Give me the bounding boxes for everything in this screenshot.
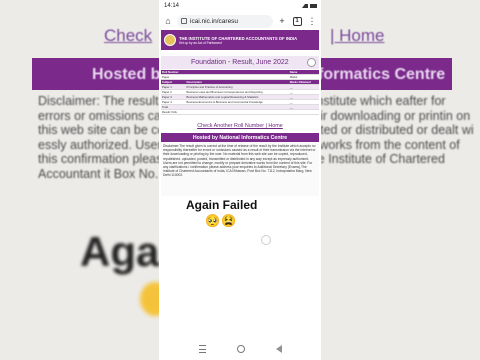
disclaimer-text: Disclaimer:The result given is correct a… bbox=[161, 142, 319, 197]
status-icons bbox=[302, 4, 317, 8]
loading-spinner-icon bbox=[261, 235, 271, 245]
signal-icon bbox=[302, 4, 308, 8]
menu-icon[interactable]: ⋮ bbox=[306, 15, 318, 27]
url-text: icai.nic.in/caresu bbox=[190, 17, 239, 25]
home-icon[interactable]: ⌂ bbox=[162, 15, 174, 27]
address-bar[interactable]: icai.nic.in/caresu bbox=[177, 14, 273, 28]
result-table: Roll Number Name Paper Marks Subject Des… bbox=[161, 70, 319, 116]
home-button-icon[interactable] bbox=[236, 345, 245, 353]
lock-icon bbox=[181, 18, 187, 24]
android-nav-bar bbox=[159, 338, 321, 360]
tab-count: 1 bbox=[292, 16, 302, 26]
phone-screen: 14:14 ⌂ icai.nic.in/caresu + 1 ⋮ THE INS… bbox=[159, 0, 321, 360]
table-row: Result: FAIL bbox=[161, 109, 319, 116]
banner-title: THE INSTITUTE OF CHARTERED ACCOUNTANTS O… bbox=[179, 35, 298, 41]
background-check-link: Check bbox=[104, 26, 153, 45]
tabs-button[interactable]: 1 bbox=[291, 15, 303, 27]
hosted-by-bar: Hosted by National Informatics Centre bbox=[161, 133, 319, 143]
web-page: THE INSTITUTE OF CHARTERED ACCOUNTANTS O… bbox=[159, 30, 321, 197]
site-banner: THE INSTITUTE OF CHARTERED ACCOUNTANTS O… bbox=[161, 30, 319, 50]
overlay-caption: Again Failed bbox=[186, 198, 258, 212]
check-another-home-links[interactable]: Check Another Roll Number | Home bbox=[161, 123, 319, 129]
recent-apps-icon[interactable] bbox=[198, 345, 206, 353]
back-icon[interactable] bbox=[275, 345, 282, 353]
status-time: 14:14 bbox=[164, 3, 180, 9]
close-icon[interactable] bbox=[307, 58, 316, 67]
icai-logo bbox=[164, 34, 176, 46]
browser-toolbar: ⌂ icai.nic.in/caresu + 1 ⋮ bbox=[159, 12, 321, 30]
pleading-face-emoji-icon: 🥺 bbox=[205, 213, 220, 228]
tired-face-emoji-icon: 😫 bbox=[221, 213, 236, 228]
status-bar: 14:14 bbox=[159, 0, 321, 12]
new-tab-icon[interactable]: + bbox=[276, 15, 288, 27]
background-hosted-text-right: formatics Centre bbox=[318, 66, 446, 83]
background-hosted-text-left: Hosted b bbox=[92, 66, 161, 83]
background-home-link: | Home bbox=[330, 26, 385, 45]
battery-icon bbox=[310, 4, 317, 8]
banner-subtitle: Set up by an Act of Parliament bbox=[179, 40, 222, 45]
result-title: Foundation - Result, June 2022 bbox=[161, 56, 319, 69]
background-caption: Agai bbox=[80, 228, 172, 275]
